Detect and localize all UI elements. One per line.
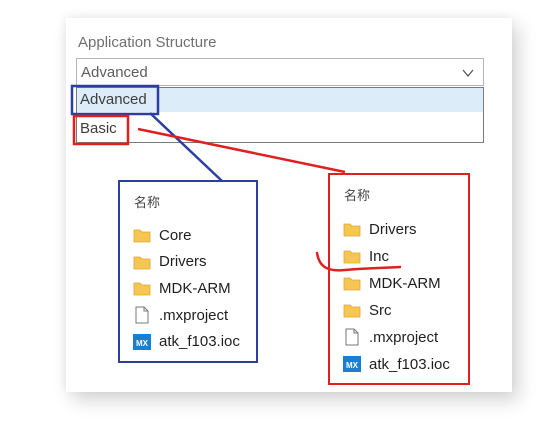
annotation-overlay [70,84,402,272]
advanced-highlight-box [70,84,160,116]
red-connector-line [137,127,346,174]
blue-connector-line [149,112,223,182]
red-underline-scribble [315,251,402,272]
basic-highlight-box [72,114,130,146]
